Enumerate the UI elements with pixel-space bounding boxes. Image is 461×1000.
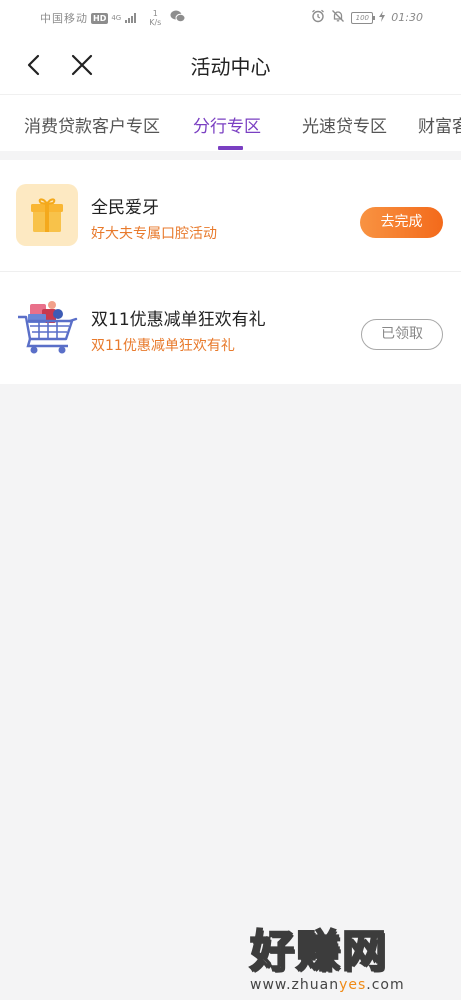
page-title: 活动中心 (190, 55, 271, 79)
clock-time: 01:30 (391, 11, 423, 24)
activity-title: 全民爱牙 (91, 198, 159, 218)
activity-list: 全民爱牙 好大夫专属口腔活动 去完成 双11优惠减单狂欢有礼 双11优惠减单狂欢… (0, 160, 461, 384)
carrier-name: 中国移动 (40, 12, 88, 25)
network-speed-value: 1 (152, 9, 158, 18)
watermark-url-suffix: .com (366, 977, 405, 993)
status-bar: 中国移动 HD 4G 1 K/s 100 01:30 (0, 0, 461, 36)
active-tab-indicator (218, 146, 243, 150)
battery-icon: 100 (351, 11, 376, 24)
signal-icon (125, 13, 137, 23)
hd-icon: HD (91, 12, 109, 24)
list-item[interactable]: 全民爱牙 好大夫专属口腔活动 去完成 (0, 160, 461, 272)
complete-button[interactable]: 去完成 (360, 207, 443, 238)
charging-icon (379, 10, 386, 25)
gift-icon (16, 184, 78, 246)
network-speed-unit: K/s (149, 18, 162, 27)
tab-bar: 消费贷款客户专区 分行专区 光速贷专区 财富客 (0, 94, 461, 151)
alarm-icon (311, 9, 325, 26)
network-type-icon: 4G (111, 13, 122, 22)
activity-subtitle: 双11优惠减单狂欢有礼 (91, 338, 235, 354)
network-type-label: 4G (111, 13, 122, 22)
shopping-cart-icon (16, 296, 78, 358)
nav-bar: 活动中心 (0, 36, 461, 94)
status-right: 100 01:30 (311, 9, 423, 26)
activity-title: 双11优惠减单狂欢有礼 (91, 310, 266, 330)
tab-branch[interactable]: 分行专区 (193, 112, 261, 137)
tab-wealth[interactable]: 财富客 (418, 112, 461, 137)
watermark-url-prefix: www.zhuan (250, 977, 340, 993)
wechat-icon (170, 10, 186, 26)
network-speed: 1 K/s (149, 9, 161, 27)
battery-level: 100 (355, 13, 369, 22)
mute-bell-icon (331, 9, 345, 26)
watermark-url-highlight: yes (339, 977, 367, 993)
watermark-logo: 好赚网 www.zhuanyes.com (249, 915, 450, 995)
watermark-brand: 好赚网 (249, 925, 388, 978)
activity-subtitle: 好大夫专属口腔活动 (91, 226, 217, 242)
list-item[interactable]: 双11优惠减单狂欢有礼 双11优惠减单狂欢有礼 已领取 (0, 272, 461, 384)
watermark-url: www.zhuanyes.com (250, 977, 450, 993)
tab-consumer-loan[interactable]: 消费贷款客户专区 (24, 112, 160, 137)
claimed-button: 已领取 (361, 319, 443, 350)
tab-speed-loan[interactable]: 光速贷专区 (302, 112, 387, 137)
status-left: 中国移动 HD 4G 1 K/s (40, 9, 186, 27)
